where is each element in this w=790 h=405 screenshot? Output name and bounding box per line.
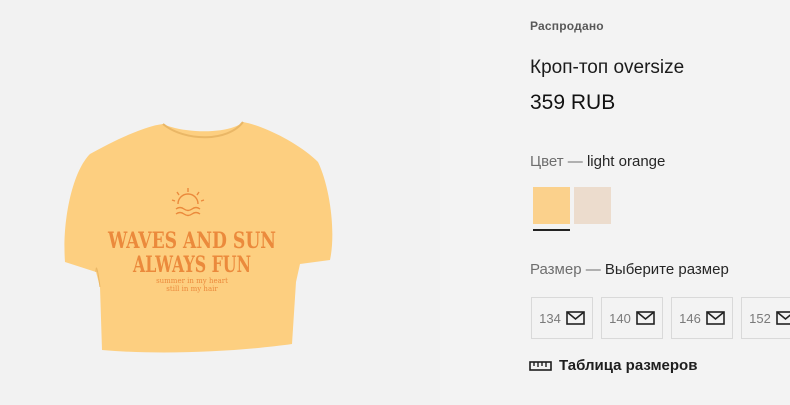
print-line-1: WAVES AND SUN (107, 228, 276, 254)
size-option-134[interactable]: 134 (531, 297, 593, 339)
envelope-icon (636, 311, 655, 325)
size-label-text: Размер — (530, 261, 601, 278)
size-table-link[interactable]: Таблица размеров (529, 357, 697, 374)
size-option-140[interactable]: 140 (601, 297, 663, 339)
print-line-2: ALWAYS FUN (132, 252, 251, 278)
envelope-icon (566, 311, 585, 325)
product-price: 359 RUB (530, 91, 616, 114)
color-label: Цвет — light orange (530, 153, 665, 170)
ruler-icon (529, 360, 552, 371)
size-prompt: Выберите размер (604, 261, 729, 278)
product-gallery: WAVES AND SUN ALWAYS FUN summer in my he… (0, 0, 440, 405)
envelope-icon (706, 311, 725, 325)
color-value: light orange (586, 153, 666, 170)
product-title: Кроп-топ oversize (530, 57, 685, 78)
size-number: 140 (609, 310, 631, 326)
size-number: 152 (749, 310, 771, 326)
print-small-2: still in my hair (166, 285, 218, 293)
color-swatch-beige[interactable] (574, 187, 611, 224)
envelope-icon (776, 311, 790, 325)
size-table-label: Таблица размеров (559, 357, 698, 374)
color-swatch-light-orange[interactable] (533, 187, 570, 224)
size-number: 146 (679, 310, 701, 326)
size-option-146[interactable]: 146 (671, 297, 733, 339)
size-label: Размер — Выберите размер (530, 261, 729, 278)
sold-out-badge: Распродано (530, 19, 604, 33)
color-label-text: Цвет — (530, 153, 583, 170)
selected-swatch-indicator (533, 229, 570, 231)
size-option-152[interactable]: 152 (741, 297, 790, 339)
print-small-1: summer in my heart (156, 277, 228, 285)
product-info-panel: Распродано Кроп-топ oversize 359 RUB Цве… (440, 0, 790, 405)
product-image: WAVES AND SUN ALWAYS FUN summer in my he… (64, 121, 333, 353)
size-number: 134 (539, 310, 561, 326)
